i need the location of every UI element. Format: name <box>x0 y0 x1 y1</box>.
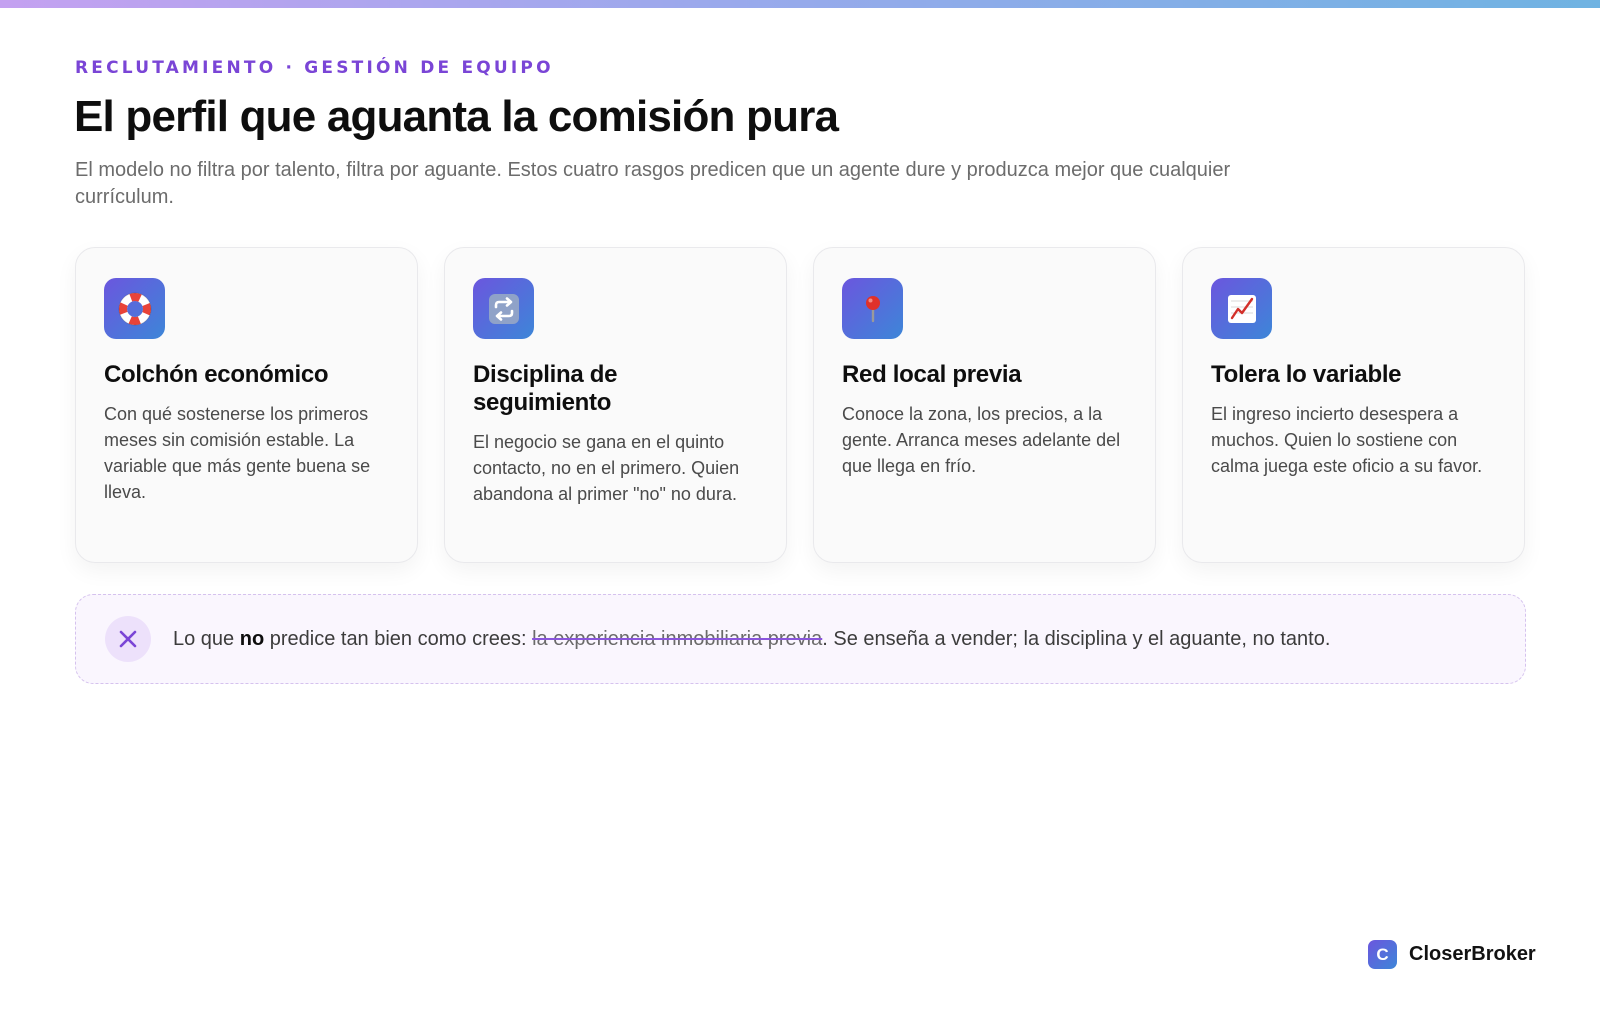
trait-card-description: Conoce la zona, los precios, a la gente.… <box>842 404 1121 476</box>
trait-card-title: Tolera lo variable <box>1211 361 1402 388</box>
trait-card-description: El ingreso incierto desespera a muchos. … <box>1211 404 1483 476</box>
trait-card-description: El negocio se gana en el quinto contacto… <box>473 432 740 504</box>
trait-card-title: Disciplina de seguimiento <box>473 361 618 416</box>
trait-card-description: Con qué sostenerse los primeros meses si… <box>104 404 371 502</box>
trait-card-title: Colchón económico <box>104 361 329 388</box>
map-pin-icon <box>842 278 903 339</box>
struck-myth: la experiencia inmobiliaria previa <box>532 627 823 650</box>
emphasis-no: no <box>239 627 265 650</box>
brand-logo: C CloserBroker <box>1368 940 1536 969</box>
eyebrow-label: RECLUTAMIENTO · GESTIÓN DE EQUIPO <box>75 58 554 78</box>
myth-callout: Lo que no predice tan bien como crees: l… <box>75 594 1526 684</box>
page-title: El perfil que aguanta la comisión pura <box>74 92 839 141</box>
trait-card-disciplina: Disciplina de seguimiento El negocio se … <box>444 247 787 563</box>
repeat-icon <box>473 278 534 339</box>
page-subtitle: El modelo no filtra por talento, filtra … <box>75 159 1231 208</box>
trait-card-variable: Tolera lo variable El ingreso incierto d… <box>1182 247 1525 563</box>
top-accent-bar <box>0 0 1600 8</box>
brand-mark: C <box>1368 940 1397 969</box>
trait-cards: Colchón económico Con qué sostenerse los… <box>75 247 1525 563</box>
brand-name: CloserBroker <box>1409 943 1536 965</box>
trait-card-title: Red local previa <box>842 361 1022 388</box>
myth-callout-text: Lo que no predice tan bien como crees: l… <box>173 627 1331 650</box>
trait-card-colchon: Colchón económico Con qué sostenerse los… <box>75 247 418 563</box>
trait-card-red-local: Red local previa Conoce la zona, los pre… <box>813 247 1156 563</box>
close-icon <box>105 616 151 662</box>
chart-increasing-icon <box>1211 278 1272 339</box>
lifebuoy-icon <box>104 278 165 339</box>
